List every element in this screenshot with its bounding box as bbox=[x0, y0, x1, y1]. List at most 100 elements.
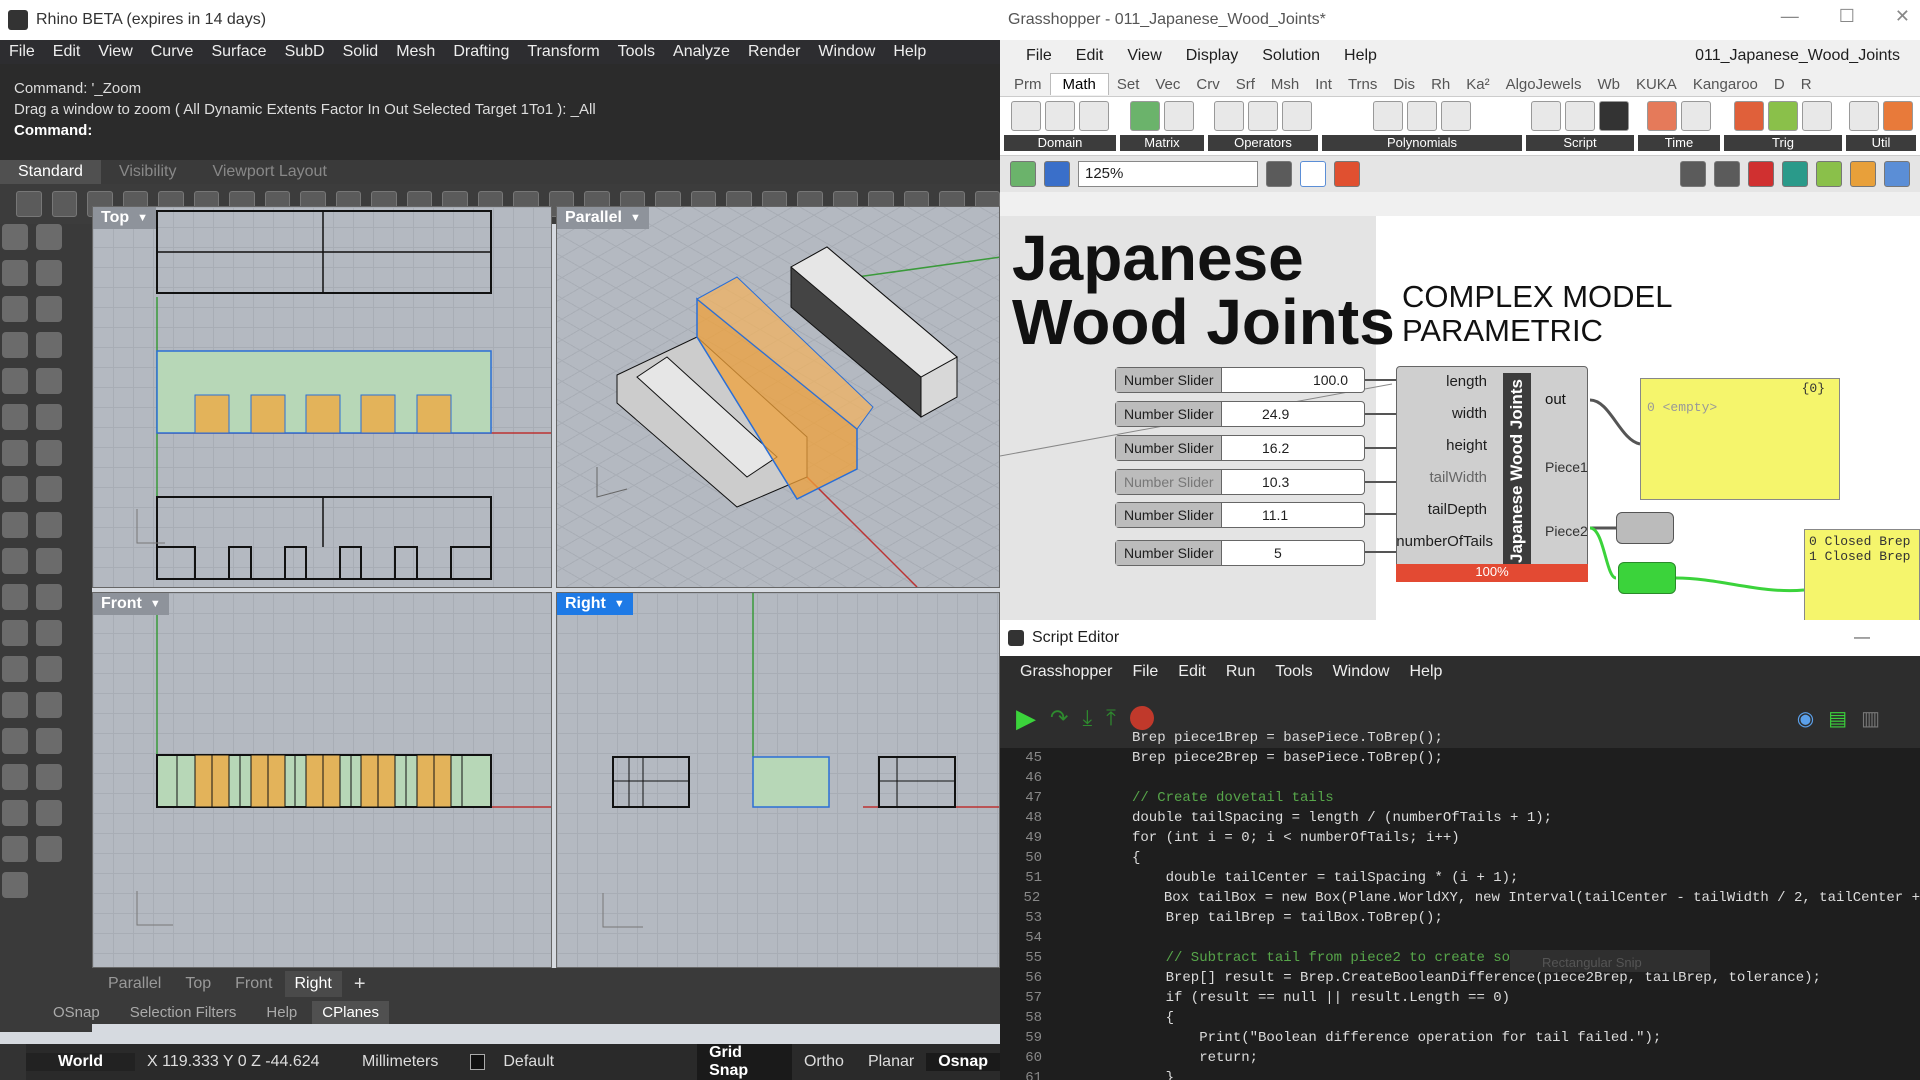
viewport-label-front[interactable]: Front ▼ bbox=[93, 593, 169, 615]
explode-tool-icon[interactable] bbox=[36, 512, 62, 538]
sine-icon[interactable] bbox=[1734, 101, 1764, 131]
menu-view[interactable]: View bbox=[89, 43, 141, 61]
matrix-icon[interactable] bbox=[1130, 101, 1160, 131]
menu-drafting[interactable]: Drafting bbox=[444, 43, 518, 61]
tab-cplanes[interactable]: CPlanes bbox=[312, 1000, 389, 1024]
boolean-tool-icon[interactable] bbox=[2, 512, 28, 538]
input-numberoftails[interactable]: numberOfTails bbox=[1396, 533, 1493, 550]
sphere-tool-icon[interactable] bbox=[36, 440, 62, 466]
addition-icon[interactable] bbox=[1214, 101, 1244, 131]
box-tool-icon[interactable] bbox=[2, 440, 28, 466]
se-menu-grasshopper[interactable]: Grasshopper bbox=[1010, 663, 1123, 681]
preview-eye-icon[interactable] bbox=[1300, 161, 1326, 187]
code-editor[interactable]: Brep piece1Brep = basePiece.ToBrep(); 45… bbox=[1000, 728, 1920, 1080]
split-tool-icon[interactable] bbox=[36, 548, 62, 574]
viewport-label-right[interactable]: Right ▼ bbox=[557, 593, 633, 615]
open-file-icon[interactable] bbox=[1010, 161, 1036, 187]
tab-set[interactable]: Set bbox=[1109, 76, 1148, 93]
trim-tool-icon[interactable] bbox=[2, 548, 28, 574]
clipboard-icon[interactable]: ▥ bbox=[1861, 706, 1880, 731]
alpha-icon[interactable] bbox=[1802, 101, 1832, 131]
slider-width[interactable]: Number Slider 24.9 bbox=[1115, 401, 1365, 427]
menu-tools[interactable]: Tools bbox=[609, 43, 664, 61]
tab-msh[interactable]: Msh bbox=[1263, 76, 1307, 93]
viewport-front[interactable]: Front ▼ bbox=[92, 592, 552, 968]
grasshopper-canvas[interactable]: Japanese Wood Joints COMPLEX MODEL PARAM… bbox=[1000, 216, 1920, 620]
se-menu-file[interactable]: File bbox=[1123, 663, 1169, 681]
tab-crv[interactable]: Crv bbox=[1188, 76, 1227, 93]
tab-osnap[interactable]: OSnap bbox=[38, 1004, 115, 1021]
transform-tool-icon[interactable] bbox=[2, 692, 28, 718]
surface-tool-icon[interactable] bbox=[2, 404, 28, 430]
point-tool-icon[interactable] bbox=[36, 224, 62, 250]
log-icon[interactable] bbox=[1441, 101, 1471, 131]
slider-height[interactable]: Number Slider 16.2 bbox=[1115, 435, 1365, 461]
output-piece1[interactable]: Piece1 bbox=[1545, 459, 1588, 475]
ellipse-tool-icon[interactable] bbox=[36, 296, 62, 322]
drafting-tool-icon[interactable] bbox=[2, 872, 28, 898]
extrude-tool-icon[interactable] bbox=[36, 404, 62, 430]
ortho-toggle[interactable]: Ortho bbox=[792, 1053, 856, 1071]
analyze-tool-icon[interactable] bbox=[36, 800, 62, 826]
circle-tool-icon[interactable] bbox=[2, 296, 28, 322]
menu-curve[interactable]: Curve bbox=[142, 43, 203, 61]
vp-tab-right[interactable]: Right bbox=[284, 971, 342, 997]
tab-d[interactable]: D bbox=[1766, 76, 1793, 93]
slider-tailwidth[interactable]: Number Slider 10.3 bbox=[1115, 469, 1365, 495]
preview-wire-icon[interactable] bbox=[1680, 161, 1706, 187]
render-tool-icon[interactable] bbox=[36, 836, 62, 862]
menu-transform[interactable]: Transform bbox=[518, 43, 608, 61]
osnap-toggle[interactable]: Osnap bbox=[926, 1053, 1000, 1071]
vp-tab-top[interactable]: Top bbox=[173, 975, 223, 993]
domain-minmax-icon[interactable] bbox=[1079, 101, 1109, 131]
menu-surface[interactable]: Surface bbox=[202, 43, 275, 61]
output-out[interactable]: out bbox=[1545, 391, 1566, 408]
polygon-tool-icon[interactable] bbox=[2, 368, 28, 394]
output-panel[interactable]: {0} 0 <empty> bbox=[1640, 378, 1840, 500]
domain-icon[interactable] bbox=[1011, 101, 1041, 131]
sphere-display-icon[interactable] bbox=[1884, 161, 1910, 187]
menu-analyze[interactable]: Analyze bbox=[664, 43, 739, 61]
tab-int[interactable]: Int bbox=[1307, 76, 1340, 93]
preview-selected-icon[interactable] bbox=[1748, 161, 1774, 187]
edit-tool-icon[interactable] bbox=[36, 692, 62, 718]
zoom-extents-icon[interactable] bbox=[1266, 161, 1292, 187]
tab-vec[interactable]: Vec bbox=[1147, 76, 1188, 93]
viewport-label-parallel[interactable]: Parallel ▼ bbox=[557, 207, 649, 229]
cplane-world[interactable]: World bbox=[25, 1053, 135, 1071]
tab-help[interactable]: Help bbox=[251, 1004, 312, 1021]
move-tool-icon[interactable] bbox=[2, 620, 28, 646]
fillet-tool-icon[interactable] bbox=[36, 368, 62, 394]
se-menu-edit[interactable]: Edit bbox=[1168, 663, 1216, 681]
array-tool-icon[interactable] bbox=[36, 728, 62, 754]
output-piece2[interactable]: Piece2 bbox=[1545, 523, 1588, 539]
menu-solid[interactable]: Solid bbox=[334, 43, 388, 61]
tab-viewport-layout[interactable]: Viewport Layout bbox=[194, 160, 344, 184]
tab-ka2[interactable]: Ka² bbox=[1458, 76, 1497, 93]
check-tool-icon[interactable] bbox=[2, 836, 28, 862]
se-menu-window[interactable]: Window bbox=[1323, 663, 1400, 681]
cylinder-tool-icon[interactable] bbox=[2, 476, 28, 502]
menu-help[interactable]: Help bbox=[884, 43, 935, 61]
power-icon[interactable] bbox=[1373, 101, 1403, 131]
clock-icon[interactable] bbox=[1681, 101, 1711, 131]
new-icon[interactable] bbox=[16, 191, 42, 217]
cosine-icon[interactable] bbox=[1768, 101, 1798, 131]
stop-icon[interactable] bbox=[1129, 706, 1154, 730]
mesh-quality-icon[interactable] bbox=[1816, 161, 1842, 187]
tab-trns[interactable]: Trns bbox=[1340, 76, 1385, 93]
menu-file[interactable]: File bbox=[0, 43, 44, 61]
gh-menu-help[interactable]: Help bbox=[1332, 47, 1389, 65]
current-layer[interactable]: Default bbox=[491, 1053, 697, 1071]
join-tool-icon[interactable] bbox=[2, 584, 28, 610]
gh-menu-display[interactable]: Display bbox=[1174, 47, 1250, 65]
color-icon[interactable] bbox=[1850, 161, 1876, 187]
script-editor-icon[interactable] bbox=[1599, 101, 1629, 131]
calendar-icon[interactable] bbox=[1647, 101, 1677, 131]
open-icon[interactable] bbox=[51, 191, 77, 217]
preview-eye-icon[interactable]: ◉ bbox=[1797, 706, 1814, 731]
panel-toggle-icon[interactable] bbox=[0, 1044, 26, 1080]
menu-edit[interactable]: Edit bbox=[44, 43, 90, 61]
viewport-right[interactable]: Right ▼ bbox=[556, 592, 1000, 968]
tab-srf[interactable]: Srf bbox=[1228, 76, 1263, 93]
